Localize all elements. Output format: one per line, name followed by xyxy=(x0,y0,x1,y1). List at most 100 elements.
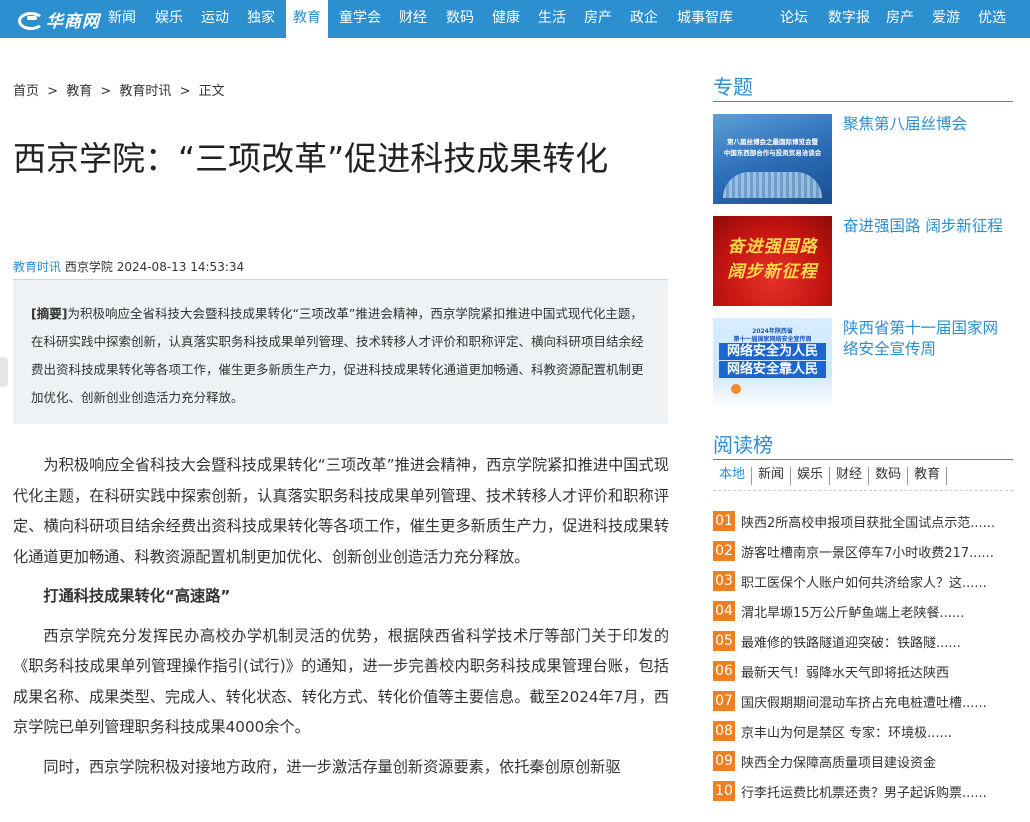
rank-title[interactable]: 职工医保个人账户如何共济给家人？这...... xyxy=(741,572,1003,591)
nav-item-kids[interactable]: 童学会 xyxy=(334,0,386,38)
tab-finance[interactable]: 财经 xyxy=(830,467,870,485)
nav-item-sports[interactable]: 运动 xyxy=(194,0,236,38)
tab-digital[interactable]: 数码 xyxy=(869,467,909,485)
rank-number: 09 xyxy=(713,751,735,771)
rank-title[interactable]: 陕西2所高校申报项目获批全国试点示范...... xyxy=(741,512,1003,531)
body-paragraph: 西京学院充分发挥民办高校办学机制灵活的优势，根据陕西省科学技术厅等部门关于印发的… xyxy=(13,626,669,737)
topic-thumbnail[interactable]: 2024年陕西省 第十一届国家网络安全宣传周 网络安全为人民 网络安全靠人民 xyxy=(713,318,832,408)
rank-item[interactable]: 10 行李托运费比机票还贵？男子起诉购票...... xyxy=(713,780,1013,802)
reading-heading: 阅读榜 xyxy=(713,433,1013,460)
thumb-line: 奋进强国路 xyxy=(727,237,818,257)
topic-item[interactable]: 2024年陕西省 第十一届国家网络安全宣传周 网络安全为人民 网络安全靠人民 陕… xyxy=(713,318,1013,408)
nav-item-forum[interactable]: 论坛 xyxy=(774,0,814,38)
logo-dot-icon xyxy=(731,384,741,394)
rank-title[interactable]: 陕西全力保障高质量项目建设资金 xyxy=(741,752,1003,771)
topic-thumbnail[interactable]: 第八届丝博会之最国际博览会暨 中国东西部合作与投资贸易洽谈会 xyxy=(713,114,832,204)
rank-item[interactable]: 02 游客吐槽南京一景区停车7小时收费217...... xyxy=(713,540,1013,562)
topic-title[interactable]: 聚焦第八届丝博会 xyxy=(843,114,1013,135)
reading-tabs: 本地 新闻 娱乐 财经 数码 教育 xyxy=(713,467,948,485)
article-summary: [摘要]为积极响应全省科技大会暨科技成果转化“三项改革”推进会精神，西京学院紧扣… xyxy=(13,279,668,424)
summary-label: [摘要] xyxy=(31,306,68,321)
breadcrumb-sep: > xyxy=(100,84,112,99)
tab-education[interactable]: 教育 xyxy=(908,467,948,485)
breadcrumb-education[interactable]: 教育 xyxy=(66,84,92,99)
rank-number: 01 xyxy=(713,511,735,531)
nav-item-news[interactable]: 新闻 xyxy=(102,0,142,38)
topic-item[interactable]: 第八届丝博会之最国际博览会暨 中国东西部合作与投资贸易洽谈会 聚焦第八届丝博会 xyxy=(713,114,1013,204)
logo-icon xyxy=(18,10,44,30)
topic-title[interactable]: 奋进强国路 阔步新征程 xyxy=(843,216,1013,237)
site-logo[interactable]: 华商网 xyxy=(18,6,100,32)
thumb-line: 第八届丝博会之最国际博览会暨 xyxy=(727,138,818,146)
rank-item[interactable]: 07 国庆假期期间混动车挤占充电桩遭吐槽...... xyxy=(713,690,1013,712)
rank-number: 05 xyxy=(713,631,735,651)
page-title: 西京学院：“三项改革”促进科技成果转化 xyxy=(13,139,609,178)
top-nav: 华商网 新闻 娱乐 运动 独家 教育 童学会 财经 数码 健康 生活 房产 政企… xyxy=(0,0,1030,38)
breadcrumb-home[interactable]: 首页 xyxy=(13,84,39,99)
topics-heading: 专题 xyxy=(713,75,1013,102)
nav-item-think-tank[interactable]: 城事智库 xyxy=(672,0,738,38)
article-channel[interactable]: 教育时讯 xyxy=(13,260,61,274)
thumb-line: 阔步新征程 xyxy=(727,262,818,282)
tab-local[interactable]: 本地 xyxy=(713,467,753,485)
nav-item-travel[interactable]: 爱游 xyxy=(926,0,966,38)
rank-number: 04 xyxy=(713,601,735,621)
rank-number: 07 xyxy=(713,691,735,711)
rank-title[interactable]: 最新天气！弱降水天气即将抵达陕西 xyxy=(741,662,1003,681)
rank-title[interactable]: 行李托运费比机票还贵？男子起诉购票...... xyxy=(741,782,1003,801)
rank-title[interactable]: 京丰山为何是禁区 专家：环境极...... xyxy=(741,722,1003,741)
rank-title[interactable]: 渭北旱塬15万公斤鲈鱼端上老陕餐...... xyxy=(741,602,1003,621)
thumb-banner: 网络安全为人民 xyxy=(719,343,826,360)
nav-item-health[interactable]: 健康 xyxy=(486,0,526,38)
rank-title[interactable]: 游客吐槽南京一景区停车7小时收费217...... xyxy=(741,542,1003,561)
breadcrumb-current: 正文 xyxy=(198,84,225,99)
nav-item-life[interactable]: 生活 xyxy=(532,0,572,38)
rank-number: 08 xyxy=(713,721,735,741)
rank-item[interactable]: 09 陕西全力保障高质量项目建设资金 xyxy=(713,750,1013,772)
thumb-banner: 网络安全靠人民 xyxy=(719,361,826,378)
rank-item[interactable]: 03 职工医保个人账户如何共济给家人？这...... xyxy=(713,570,1013,592)
topic-title[interactable]: 陕西省第十一届国家网络安全宣传周 xyxy=(843,318,1013,360)
rank-item[interactable]: 06 最新天气！弱降水天气即将抵达陕西 xyxy=(713,660,1013,682)
tabs-divider xyxy=(713,490,1013,491)
article-source: 西京学院 xyxy=(64,260,113,274)
breadcrumb: 首页 > 教育 > 教育时讯 > 正文 xyxy=(13,80,229,99)
summary-text: 为积极响应全省科技大会暨科技成果转化“三项改革”推进会精神，西京学院紧扣推进中国… xyxy=(31,306,644,405)
nav-item-digital[interactable]: 数码 xyxy=(440,0,480,38)
thumb-line: 第十一届国家网络安全宣传周 xyxy=(733,336,812,343)
nav-item-education[interactable]: 教育 xyxy=(286,0,328,38)
nav-item-exclusive[interactable]: 独家 xyxy=(240,0,282,38)
topic-item[interactable]: 奋进强国路 阔步新征程 奋进强国路 阔步新征程 xyxy=(713,216,1013,306)
logo-text: 华商网 xyxy=(46,11,100,32)
rank-title[interactable]: 最难修的铁路隧道迎突破：铁路隧...... xyxy=(741,632,1003,651)
nav-item-finance[interactable]: 财经 xyxy=(393,0,433,38)
rank-item[interactable]: 08 京丰山为何是禁区 专家：环境极...... xyxy=(713,720,1013,742)
breadcrumb-edu-news[interactable]: 教育时讯 xyxy=(119,84,171,99)
thumb-line: 中国东西部合作与投资贸易洽谈会 xyxy=(723,149,822,157)
article-body: 为积极响应全省科技大会暨科技成果转化“三项改革”推进会精神，西京学院紧扣推进中国… xyxy=(13,450,669,791)
tab-news[interactable]: 新闻 xyxy=(752,467,792,485)
breadcrumb-sep: > xyxy=(179,84,191,99)
article-datetime: 2024-08-13 14:53:34 xyxy=(116,260,245,274)
tab-entertainment[interactable]: 娱乐 xyxy=(791,467,831,485)
rank-number: 02 xyxy=(713,541,735,561)
nav-item-entertainment[interactable]: 娱乐 xyxy=(148,0,190,38)
nav-item-gov[interactable]: 政企 xyxy=(624,0,664,38)
topic-thumbnail[interactable]: 奋进强国路 阔步新征程 xyxy=(713,216,832,306)
rank-item[interactable]: 05 最难修的铁路隧道迎突破：铁路隧...... xyxy=(713,630,1013,652)
article-meta: 教育时讯 西京学院 2024-08-13 14:53:34 xyxy=(13,258,244,275)
side-float-tab[interactable] xyxy=(0,357,8,387)
nav-item-house[interactable]: 房产 xyxy=(578,0,618,38)
breadcrumb-sep: > xyxy=(47,84,59,99)
nav-item-epaper[interactable]: 数字报 xyxy=(822,0,876,38)
rank-item[interactable]: 04 渭北旱塬15万公斤鲈鱼端上老陕餐...... xyxy=(713,600,1013,622)
body-paragraph: 同时，西京学院积极对接地方政府，进一步激活存量创新资源要素，依托秦创原创新驱 xyxy=(43,757,621,776)
body-paragraph: 为积极响应全省科技大会暨科技成果转化“三项改革”推进会精神，西京学院紧扣推进中国… xyxy=(13,456,669,566)
nav-item-select[interactable]: 优选 xyxy=(972,0,1012,38)
nav-item-house-right[interactable]: 房产 xyxy=(880,0,920,38)
rank-item[interactable]: 01 陕西2所高校申报项目获批全国试点示范...... xyxy=(713,510,1013,532)
rank-number: 06 xyxy=(713,661,735,681)
rank-number: 10 xyxy=(713,781,735,801)
rank-title[interactable]: 国庆假期期间混动车挤占充电桩遭吐槽...... xyxy=(741,692,1003,711)
body-subheading: 打通科技成果转化“高速路” xyxy=(43,587,231,605)
